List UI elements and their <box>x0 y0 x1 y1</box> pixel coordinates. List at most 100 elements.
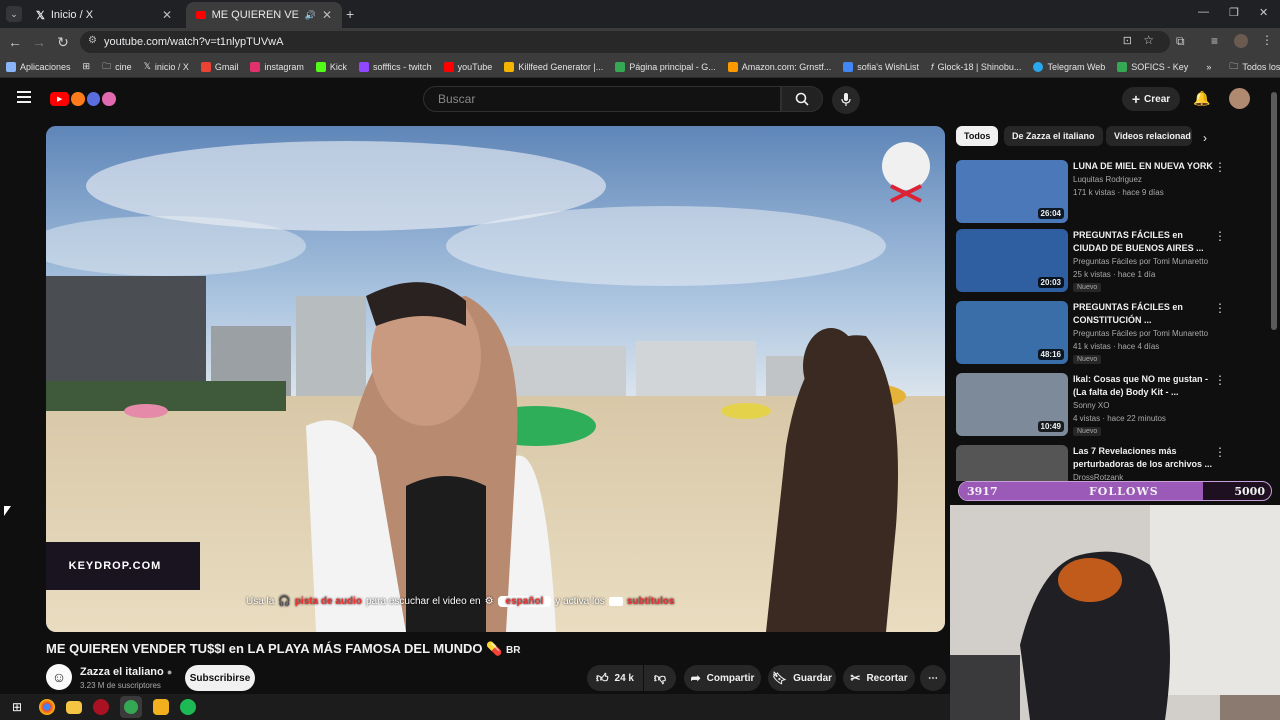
channel-avatar[interactable]: ☺ <box>46 664 72 690</box>
follows-goal: 5000 <box>1234 485 1265 498</box>
voice-search-button[interactable] <box>832 86 860 114</box>
recommendation-item[interactable]: 10:49 Ikal: Cosas que NO me gustan - (La… <box>956 373 1256 437</box>
close-tab-icon[interactable]: ✕ <box>162 8 172 22</box>
back-arrow-icon[interactable]: ← <box>3 30 27 54</box>
bookmark-item[interactable]: youTube <box>438 61 499 72</box>
search-input[interactable]: Buscar <box>423 86 781 112</box>
more-options-icon[interactable]: ⋮ <box>1214 229 1226 243</box>
bookmark-item[interactable]: 🗀 cine <box>96 59 138 75</box>
app-icon-yellow[interactable] <box>153 699 169 715</box>
restore-button[interactable]: ❐ <box>1229 6 1239 19</box>
close-window-button[interactable]: ✕ <box>1259 6 1268 19</box>
new-tab-button[interactable]: + <box>346 6 354 22</box>
bookmark-item[interactable]: Kick <box>310 61 353 72</box>
bookmark-item[interactable]: 𝕏inicio / X <box>138 61 195 72</box>
tab-youtube-video[interactable]: ME QUIEREN VENDER TU$$I 🔊 ✕ <box>186 2 342 28</box>
video-player[interactable]: KEYDROP.COM Usa la 🎧 pista de audio para… <box>46 126 945 632</box>
all-bookmarks-folder[interactable]: 🗀Todos los marcadores <box>1223 59 1280 75</box>
install-app-icon[interactable]: ⊡ <box>1123 34 1132 47</box>
speaker-icon[interactable]: 🔊 <box>305 10 316 21</box>
follows-goal-overlay: 3917 FOLLOWS 5000 <box>958 481 1272 501</box>
share-button[interactable]: ➦ Compartir <box>684 665 761 691</box>
chrome-active-icon[interactable] <box>120 696 142 718</box>
microphone-icon <box>841 93 851 106</box>
recommendation-title[interactable]: LUNA DE MIEL EN NUEVA YORK <box>1073 160 1213 173</box>
search-button[interactable] <box>781 86 823 112</box>
more-options-icon[interactable]: ⋮ <box>1214 373 1226 387</box>
chip-todos[interactable]: Todos <box>956 126 999 146</box>
bookmark-item[interactable]: Aplicaciones <box>0 61 77 72</box>
face-icon: ☺ <box>51 669 67 685</box>
bookmark-item[interactable]: sofffics - twitch <box>353 61 438 72</box>
windows-taskbar: ⊞ <box>0 694 950 720</box>
profile-avatar[interactable] <box>1234 34 1248 48</box>
video-thumbnail[interactable]: 10:49 <box>956 373 1068 436</box>
bookmarks-bar: Aplicaciones ⊞ 🗀 cine 𝕏inicio / X Gmail i… <box>0 56 1280 78</box>
bookmark-item[interactable]: ⊞ <box>77 61 97 72</box>
more-options-icon[interactable]: ⋮ <box>1214 445 1226 459</box>
youtube-logo[interactable]: ▶ <box>50 91 116 107</box>
more-bookmarks-icon[interactable]: » <box>1200 62 1217 72</box>
account-avatar[interactable] <box>1229 88 1250 109</box>
scrollbar[interactable] <box>1271 92 1277 330</box>
chevron-right-icon[interactable]: › <box>1203 131 1207 145</box>
extensions-icon[interactable]: ⧉ <box>1176 34 1185 49</box>
channel-name[interactable]: Zazza el italiano ● <box>80 666 172 678</box>
site-info-icon[interactable]: ⚙ <box>88 35 97 46</box>
recommendation-item[interactable]: 26:04 LUNA DE MIEL EN NUEVA YORK Luquita… <box>956 160 1256 224</box>
chip-from-channel[interactable]: De Zazza el italiano <box>1004 126 1103 146</box>
close-tab-icon[interactable]: ✕ <box>322 8 332 22</box>
create-button[interactable]: + Crear <box>1122 87 1180 111</box>
recommendation-item[interactable]: Las 7 Revelaciones más perturbadoras de … <box>956 445 1256 481</box>
clip-button[interactable]: ✂ Recortar <box>843 665 915 691</box>
like-button[interactable]: 👍︎ 24 k <box>587 665 643 691</box>
recommendation-title[interactable]: Las 7 Revelaciones más perturbadoras de … <box>1073 445 1213 471</box>
video-thumbnail[interactable] <box>956 445 1068 481</box>
video-thumbnail[interactable]: 26:04 <box>956 160 1068 223</box>
forward-arrow-icon[interactable]: → <box>27 30 51 54</box>
dislike-button[interactable]: 👎︎ <box>644 665 676 691</box>
kick-icon <box>315 61 326 72</box>
recommendation-item[interactable]: 20:03 PREGUNTAS FÁCILES en CIUDAD DE BUE… <box>956 229 1256 293</box>
more-options-icon[interactable]: ⋮ <box>1214 301 1226 315</box>
browser-menu-icon[interactable]: ⋮ <box>1261 33 1273 47</box>
save-button[interactable]: 🔖︎ Guardar <box>768 665 836 691</box>
recommendation-title[interactable]: PREGUNTAS FÁCILES en CIUDAD DE BUENOS AI… <box>1073 229 1213 255</box>
bookmark-star-icon[interactable]: ☆ <box>1143 33 1154 47</box>
function-icon: f <box>931 61 934 72</box>
subscribe-button[interactable]: Subscribirse <box>185 665 255 691</box>
chip-related[interactable]: Videos relacionad <box>1106 126 1192 146</box>
chrome-icon[interactable] <box>39 699 55 715</box>
bookmark-item[interactable]: f Glock-18 | Shinobu... <box>925 62 1027 72</box>
bookmark-item[interactable]: Telegram Web <box>1027 61 1111 72</box>
minimize-button[interactable]: — <box>1198 6 1209 18</box>
file-explorer-icon[interactable] <box>66 700 82 714</box>
recommendation-title[interactable]: Ikal: Cosas que NO me gustan - (La falta… <box>1073 373 1213 399</box>
bookmark-item[interactable]: Gmail <box>195 61 245 72</box>
address-bar[interactable]: ⚙ youtube.com/watch?v=t1nlypTUVwA ⊡ ☆ <box>80 31 1170 53</box>
folder-icon: 🗀 <box>1229 60 1239 71</box>
bookmark-item[interactable]: Amazon.com: Grnstf... <box>722 61 838 72</box>
tab-search-button[interactable]: ⌄ <box>6 6 22 22</box>
video-thumbnail[interactable]: 48:16 <box>956 301 1068 364</box>
recommendation-title[interactable]: PREGUNTAS FÁCILES en CONSTITUCIÓN ... <box>1073 301 1213 327</box>
video-thumbnail[interactable]: 20:03 <box>956 229 1068 292</box>
reload-icon[interactable]: ↻ <box>51 30 75 54</box>
reading-list-icon[interactable]: ≡ <box>1211 34 1218 48</box>
mouse-cursor-icon <box>4 506 11 516</box>
recommendation-item[interactable]: 48:16 PREGUNTAS FÁCILES en CONSTITUCIÓN … <box>956 301 1256 365</box>
windows-start-icon[interactable]: ⊞ <box>6 696 28 718</box>
bookmark-item[interactable]: sofia's WishList <box>837 61 925 72</box>
bookmark-item[interactable]: instagram <box>244 61 310 72</box>
thumbs-up-icon: 👍︎ <box>595 670 609 685</box>
bookmark-item[interactable]: SOFICS - Key <box>1111 61 1194 72</box>
notifications-bell-icon[interactable]: 🔔 <box>1193 90 1210 107</box>
more-actions-button[interactable]: ⋯ <box>920 665 946 691</box>
tab-inicio-x[interactable]: 𝕏 Inicio / X ✕ <box>26 2 182 28</box>
more-options-icon[interactable]: ⋮ <box>1214 160 1226 174</box>
hamburger-menu-icon[interactable] <box>17 91 31 103</box>
app-icon[interactable] <box>93 699 109 715</box>
bookmark-item[interactable]: Página principal - G... <box>609 61 722 72</box>
bookmark-item[interactable]: Killfeed Generator |... <box>498 61 609 72</box>
spotify-icon[interactable] <box>180 699 196 715</box>
